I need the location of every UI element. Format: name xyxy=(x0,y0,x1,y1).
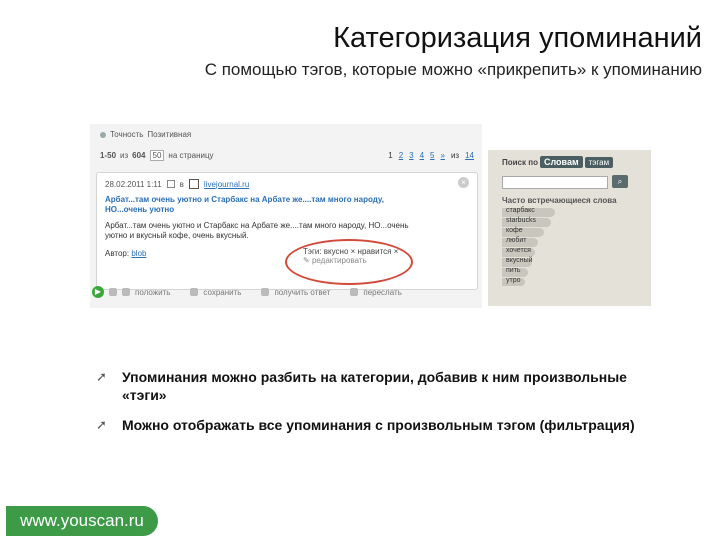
often-label: Часто встречающиеся слова xyxy=(502,196,617,205)
tab-tags[interactable]: тэгам xyxy=(584,156,614,168)
mentions-panel: Точность Позитивная 1-50 из 604 50 на ст… xyxy=(90,124,482,308)
mention-headline[interactable]: Арбат...там очень уютно и Старбакс на Ар… xyxy=(105,195,425,215)
page-2[interactable]: 2 xyxy=(399,151,403,160)
stop-icon[interactable] xyxy=(109,288,117,296)
tag-label: хочется xyxy=(506,246,531,254)
mention-meta: 28.02.2011 1:11 в livejournal.ru xyxy=(105,179,249,189)
mention-body: Арбат...там очень уютно и Старбакс на Ар… xyxy=(105,221,409,240)
search-by: Поиск по Словам тэгам xyxy=(502,156,614,168)
total-count: 604 xyxy=(132,151,146,160)
tag-label: вкусный xyxy=(506,256,533,264)
mention-author: Автор: blob xyxy=(105,249,146,258)
tag-sidebar: Поиск по Словам тэгам ⌕ Часто встречающи… xyxy=(488,150,651,306)
arrow-icon: ➚ xyxy=(96,369,107,384)
bullet-2: ➚ Можно отображать все упоминания с прои… xyxy=(96,416,656,434)
page-3[interactable]: 3 xyxy=(409,151,413,160)
tag-label: кофе xyxy=(506,226,523,234)
play-icon[interactable]: ▶ xyxy=(92,286,104,298)
save-icon xyxy=(190,288,199,296)
radio-icon[interactable] xyxy=(100,131,106,138)
bullet-text-2: Можно отображать все упоминания с произв… xyxy=(122,417,635,433)
pencil-icon: ✎ xyxy=(303,256,310,265)
edit-tags-link[interactable]: редактировать xyxy=(312,256,367,265)
of-pages-label: из xyxy=(450,151,460,160)
action-bar: ▶ положить сохранить получить ответ пере… xyxy=(92,284,480,300)
per-page-suffix: на страницу xyxy=(168,151,214,160)
page-4[interactable]: 4 xyxy=(420,151,424,160)
tag-label: старбакс xyxy=(506,207,535,214)
author-label: Автор: xyxy=(105,249,130,258)
select-checkbox[interactable] xyxy=(166,180,175,188)
bullet-1: ➚ Упоминания можно разбить на категории,… xyxy=(96,368,656,404)
tag-label: любит xyxy=(506,236,527,244)
mention-card: 28.02.2011 1:11 в livejournal.ru × Арбат… xyxy=(96,172,478,290)
tags-line[interactable]: Тэги: вкусно × нравится × xyxy=(303,247,398,256)
close-icon[interactable]: × xyxy=(458,177,469,188)
search-by-label: Поиск по xyxy=(502,157,538,167)
page-last[interactable]: 14 xyxy=(465,151,474,160)
pager-row: 1-50 из 604 50 на страницу 1 2 3 4 5 » и… xyxy=(100,150,474,161)
tag-icon xyxy=(122,288,130,296)
search-input[interactable] xyxy=(502,176,608,189)
tag-label: starbucks xyxy=(506,216,536,224)
tag-label: утро xyxy=(506,276,521,284)
tag-label: пить xyxy=(506,266,521,274)
action-forward[interactable]: переслать xyxy=(363,288,401,297)
pagination: 1 2 3 4 5 » из 14 xyxy=(388,151,474,160)
slide-subtitle: С помощью тэгов, которые можно «прикрепи… xyxy=(204,60,702,79)
forward-icon xyxy=(350,288,359,296)
slide-title: Категоризация упоминаний xyxy=(333,22,702,54)
youscan-logo: www.youscan.ru xyxy=(6,506,158,536)
source-link[interactable]: livejournal.ru xyxy=(204,180,249,189)
of-label: из xyxy=(120,151,129,160)
search-button[interactable]: ⌕ xyxy=(612,175,628,188)
mention-date: 28.02.2011 1:11 xyxy=(105,179,162,189)
reply-icon xyxy=(261,288,270,296)
bullet-text-1: Упоминания можно разбить на категории, д… xyxy=(122,369,627,403)
filter-label: Точность xyxy=(110,130,144,139)
filter-value[interactable]: Позитивная xyxy=(147,130,191,139)
arrow-icon: ➚ xyxy=(96,417,107,432)
page-next[interactable]: » xyxy=(441,151,445,160)
tab-words[interactable]: Словам xyxy=(539,156,583,168)
page-1[interactable]: 1 xyxy=(388,151,392,160)
action-save[interactable]: сохранить xyxy=(203,288,241,297)
filter-row: Точность Позитивная xyxy=(100,130,191,139)
author-link[interactable]: blob xyxy=(131,249,146,258)
source-label: в xyxy=(179,179,184,189)
livejournal-icon xyxy=(188,179,199,189)
range-text: 1-50 xyxy=(100,151,117,160)
page-5[interactable]: 5 xyxy=(430,151,434,160)
mention-tags: Тэги: вкусно × нравится × ✎ редактироват… xyxy=(303,247,398,265)
action-reply[interactable]: получить ответ xyxy=(274,288,330,297)
action-put[interactable]: положить xyxy=(135,288,170,297)
per-page-select[interactable]: 50 xyxy=(149,150,165,161)
